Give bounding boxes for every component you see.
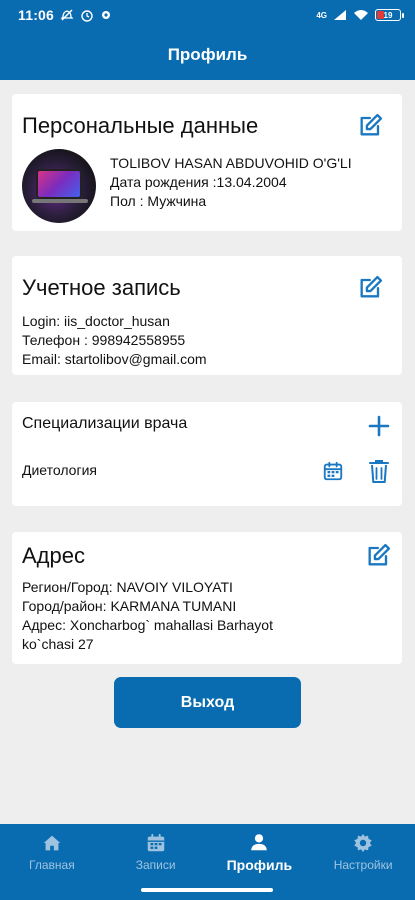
home-icon [43, 835, 61, 851]
gear-icon [354, 833, 372, 853]
home-indicator[interactable] [141, 888, 273, 892]
specializations-title: Специализации врача [22, 415, 188, 432]
address-district: Город/район: KARMANA TUMANI [22, 598, 237, 614]
full-name: TOLIBOV HASAN ABDUVOHID O'G'LI [110, 155, 352, 171]
wifi-icon [354, 10, 368, 20]
notification-muted-icon [60, 9, 74, 21]
edit-personal-icon[interactable] [357, 111, 385, 139]
bottom-nav: Главная Записи Профиль Настройки [0, 824, 415, 880]
nav-home-label: Главная [29, 858, 75, 872]
battery-icon: 19 [375, 9, 404, 21]
address-title: Адрес [22, 543, 85, 568]
address-street-line1: Адрес: Xoncharbog` mahallasi Barhayot [22, 617, 273, 633]
exit-button[interactable]: Выход [114, 677, 301, 728]
status-bar: 11:06 4G 19 [0, 0, 415, 30]
address-card: Адрес Регион/Город: NAVOIY VILOYATI Горо… [12, 532, 402, 664]
nav-settings[interactable]: Настройки [311, 824, 415, 880]
gender: Пол : Мужчина [110, 193, 207, 209]
address-street-line2: ko`chasi 27 [22, 636, 94, 652]
calendar-icon[interactable] [322, 460, 344, 482]
avatar [22, 149, 96, 223]
app-bar: Профиль [0, 30, 415, 80]
nav-profile-label: Профиль [226, 857, 293, 873]
add-specialization-icon[interactable] [367, 414, 391, 438]
specialization-label: Диетология [22, 462, 97, 478]
account-card: Учетное запись Login: iis_doctor_husan Т… [12, 256, 402, 375]
address-region: Регион/Город: NAVOIY VILOYATI [22, 579, 233, 595]
settings-status-icon [102, 11, 111, 19]
nav-appointments-label: Записи [135, 858, 176, 872]
account-phone: Телефон : 998942558955 [22, 332, 186, 348]
page-title: Профиль [167, 45, 248, 64]
person-icon [251, 834, 268, 851]
signal-icon [334, 10, 346, 20]
gesture-bar [0, 880, 415, 900]
nav-home[interactable]: Главная [0, 824, 104, 880]
specializations-card: Специализации врача Диетология [12, 402, 402, 506]
birth-date: Дата рождения :13.04.2004 [110, 174, 287, 190]
personal-data-title: Персональные данные [22, 113, 259, 138]
account-login: Login: iis_doctor_husan [22, 313, 170, 329]
nav-appointments[interactable]: Записи [104, 824, 208, 880]
nav-profile[interactable]: Профиль [208, 824, 312, 880]
calendar-icon [147, 833, 164, 852]
status-time: 11:06 [18, 7, 55, 23]
edit-address-icon[interactable] [365, 541, 393, 569]
delete-icon[interactable] [368, 458, 390, 484]
alarm-icon [81, 10, 93, 22]
personal-data-card: Персональные данные TOLIBOV HASAN ABDUVO… [12, 94, 402, 231]
account-email: Email: startolibov@gmail.com [22, 351, 207, 367]
account-title: Учетное запись [22, 275, 181, 300]
network-type: 4G [316, 10, 327, 20]
nav-settings-label: Настройки [333, 858, 393, 872]
edit-account-icon[interactable] [357, 273, 385, 301]
